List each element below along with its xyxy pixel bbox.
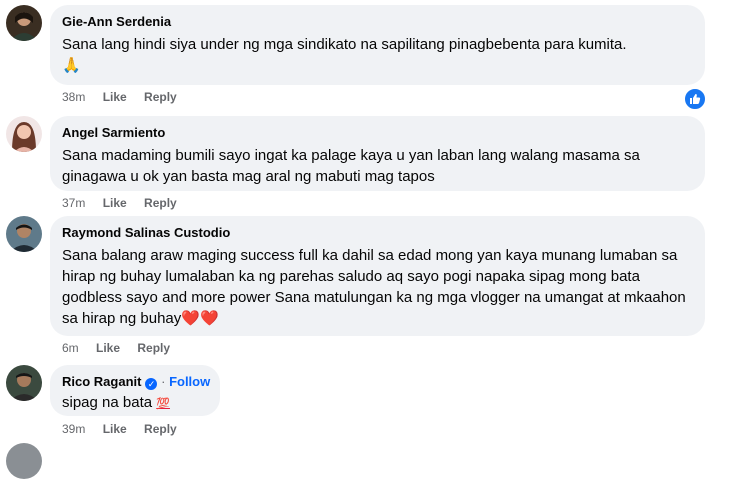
avatar-image [6, 365, 42, 401]
comment-actions: 38m Like Reply [62, 89, 191, 105]
reply-button[interactable]: Reply [144, 89, 177, 105]
comment-text-content: Sana lang hindi siya under ng mga sindik… [62, 36, 627, 53]
comment-text-content: Sana balang araw maging success full ka … [62, 247, 686, 327]
comment-bubble: Gie-Ann Serdenia Sana lang hindi siya un… [50, 5, 705, 85]
like-button[interactable]: Like [103, 195, 127, 211]
comment-text: Sana madaming bumili sayo ingat ka palag… [62, 147, 640, 185]
comment-author[interactable]: Gie-Ann Serdenia [62, 13, 693, 30]
comment-text-content: sipag na bata [62, 394, 153, 411]
like-button[interactable]: Like [103, 89, 127, 105]
reply-button[interactable]: Reply [144, 195, 177, 211]
comment-actions: 37m Like Reply [62, 195, 191, 211]
avatar-image [6, 116, 42, 152]
comment-time[interactable]: 38m [62, 89, 85, 105]
avatar-image [6, 5, 42, 41]
like-button[interactable]: Like [96, 340, 120, 356]
reply-button[interactable]: Reply [144, 421, 177, 437]
comment-text: Sana lang hindi siya under ng mga sindik… [62, 34, 693, 76]
thumbs-up-icon [690, 94, 701, 104]
comment-author-row: Rico Raganit ✓ · Follow [62, 373, 210, 390]
verified-badge-icon: ✓ [145, 378, 158, 390]
pray-emoji: 🙏 [62, 57, 81, 74]
comment-time[interactable]: 39m [62, 421, 85, 437]
comment-text: sipag na bata 💯 [62, 392, 208, 415]
avatar-image [6, 216, 42, 252]
comment-actions: 6m Like Reply [62, 340, 184, 356]
comment-text: Sana balang araw maging success full ka … [62, 245, 693, 329]
follow-button[interactable]: Follow [169, 374, 210, 389]
comment-time[interactable]: 37m [62, 195, 85, 211]
comment-author[interactable]: Rico Raganit [62, 374, 141, 389]
heart-emoji: ❤️❤️ [181, 310, 219, 327]
comment-actions: 39m Like Reply [62, 421, 191, 437]
avatar[interactable] [6, 5, 42, 41]
like-button[interactable]: Like [103, 421, 127, 437]
comment-time[interactable]: 6m [62, 340, 79, 356]
separator: · [161, 374, 166, 389]
reply-button[interactable]: Reply [137, 340, 170, 356]
comment-author[interactable]: Angel Sarmiento [62, 124, 693, 141]
avatar[interactable] [6, 365, 42, 401]
avatar[interactable] [6, 443, 42, 479]
comment-author[interactable]: Raymond Salinas Custodio [62, 224, 693, 241]
comment-bubble: Raymond Salinas Custodio Sana balang ara… [50, 216, 705, 336]
avatar[interactable] [6, 216, 42, 252]
avatar[interactable] [6, 116, 42, 152]
hundred-emoji: 💯 [156, 398, 170, 410]
comment-bubble: Rico Raganit ✓ · Follow sipag na bata 💯 [50, 365, 220, 416]
comment-bubble: Angel Sarmiento Sana madaming bumili say… [50, 116, 705, 191]
like-reaction-icon[interactable] [683, 87, 707, 111]
